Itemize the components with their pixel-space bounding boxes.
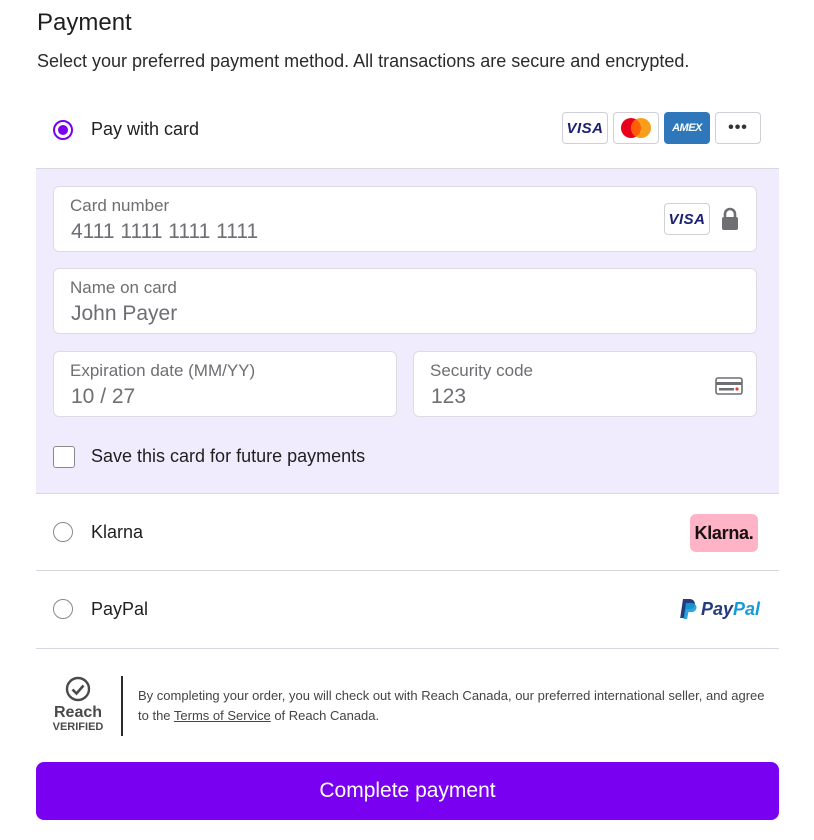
reach-badge-word: Reach [53,704,103,721]
paypal-logo-pal: Pal [732,598,760,619]
mastercard-logo [613,112,659,144]
save-card-checkbox[interactable] [53,446,75,468]
method-klarna-row[interactable]: Klarna Klarna. [36,494,779,571]
reach-badge-verified: VERIFIED [52,721,104,733]
card-method-label: Pay with card [91,119,200,139]
security-code-field[interactable]: Security code 123 [413,351,757,417]
security-code-label: Security code [430,361,533,380]
klarna-logo-text: Klarna. [694,522,754,543]
paypal-method-label: PayPal [91,599,149,619]
visa-logo-text: VISA [566,119,604,137]
paypal-logo-pay: Pay [700,598,733,619]
name-on-card-field[interactable]: Name on card John Payer [53,268,757,334]
name-on-card-value: John Payer [71,302,178,325]
card-number-field[interactable]: Card number 4111 1111 1111 1111 VISA [53,186,757,252]
card-number-visa-logo: VISA [664,203,710,235]
terms-of-service-link[interactable]: Terms of Service [174,708,271,723]
page-title: Payment [37,9,132,36]
klarna-method-label: Klarna [91,522,144,542]
legal-suffix: of Reach Canada. [270,708,380,723]
footer-divider [121,676,123,736]
card-form-panel: Card number 4111 1111 1111 1111 VISA Nam… [36,168,779,494]
complete-payment-button[interactable]: Complete payment [36,762,779,820]
card-brand-logos: VISA AMEX ••• [562,112,761,144]
page-subtitle: Select your preferred payment method. Al… [37,51,690,71]
paypal-logo-text: PayPal [701,599,760,620]
mastercard-icon [621,118,651,138]
card-cvc-icon [715,377,743,395]
card-number-label: Card number [70,196,170,215]
card-number-visa-text: VISA [668,210,706,228]
klarna-radio[interactable] [53,522,73,542]
amex-logo: AMEX [664,112,710,144]
save-card-label: Save this card for future payments [91,446,366,466]
card-number-value: 4111 1111 1111 1111 [71,220,259,243]
paypal-radio[interactable] [53,599,73,619]
method-paypal-row[interactable]: PayPal PayPal [36,571,779,649]
name-on-card-label: Name on card [70,278,177,297]
expiration-field[interactable]: Expiration date (MM/YY) 10 / 27 [53,351,397,417]
lock-icon [722,207,738,230]
visa-logo: VISA [562,112,608,144]
security-code-value: 123 [431,385,467,408]
legal-text: By completing your order, you will check… [138,686,768,726]
check-circle-icon [65,676,91,702]
expiration-label: Expiration date (MM/YY) [70,361,256,380]
expiration-value: 10 / 27 [71,385,136,408]
more-dots-icon: ••• [728,119,748,136]
more-brands-button[interactable]: ••• [715,112,761,144]
klarna-logo: Klarna. [690,514,758,552]
card-radio[interactable] [53,120,73,140]
reach-verified-badge: Reach VERIFIED [52,676,104,738]
paypal-p-icon [680,599,697,619]
paypal-logo: PayPal [679,598,760,620]
amex-logo-text: AMEX [672,122,702,134]
